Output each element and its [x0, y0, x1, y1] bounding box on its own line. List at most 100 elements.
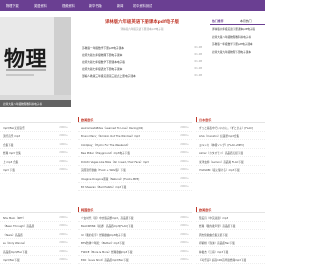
featured-book-cover[interactable]: 物理 — [0, 17, 71, 107]
list-item-title[interactable]: BLACKPINK（叙述）高品质mp3[FLAC]下载 — [81, 224, 133, 228]
list-item[interactable]: 赞美诗（中英双语）mp3 — [196, 213, 265, 222]
nav-item-video[interactable]: 视频资料 — [62, 3, 75, 8]
list-item[interactable]: 北师大版九年级物理下册电子课本 01-08 — [78, 51, 206, 58]
rank-item[interactable]: 苏教版一年级数学下册pdf电子课本 — [210, 40, 265, 48]
list-item[interactable]: 邓紫棋（泡沫）高品质flac下载 — [196, 239, 265, 247]
list-item-title[interactable]: ss（Only Wanna） — [3, 241, 27, 245]
tab-monthly-hot[interactable]: 本月热门 — [240, 19, 252, 23]
list-item[interactable]: ずっと真夜中でいいのに。（ずとまよ）[FLAC] — [196, 123, 265, 132]
list-item-title[interactable]: （Been Through）高品质 — [3, 224, 34, 228]
list-item-title[interactable]: TWICE（More & More）经典歌曲mp3下载 — [81, 250, 132, 254]
list-item[interactable]: mp3 下载 2000+ — [0, 166, 71, 174]
list-item-title[interactable]: EXO（Love Shot）高品质mp3/flac下载 — [81, 258, 129, 262]
list-item-title[interactable]: 北师大版九年级物理下册电子课本 — [82, 53, 122, 57]
list-item[interactable]: （Been Through）高品质 2000+ — [0, 222, 71, 230]
list-item-title[interactable]: Bea Miller（Playground）mp3电子下载 — [81, 151, 130, 155]
list-item[interactable]: 林俊杰（江南）mp3下载 — [196, 247, 265, 256]
nav-item-junior-test[interactable]: 初中资料测试 — [133, 3, 152, 8]
list-item-title[interactable]: 北师大版七年级数学下册课本电子版 — [82, 60, 125, 64]
list-item[interactable]: Dimitri Vegas Like Mike（All I need / Hai… — [78, 157, 192, 166]
list-item-title[interactable]: Dimitri Vegas Like Mike（All I need / Hai… — [81, 160, 149, 164]
list-item-title[interactable]: 经典（我的歌声里）高品质下载 — [199, 224, 235, 228]
headline-title[interactable]: 译林版六年级英语下册课本pdf电子版 — [78, 17, 206, 25]
list-item-title[interactable]: 苏教版一年级数学下册pdf电子课本 — [82, 46, 124, 50]
list-item[interactable]: Imagine Dragons原版（Natural）[FLAC+MP3] 2000… — [78, 174, 192, 183]
list-item[interactable]: Bruno Mars：《Smokin Out The Window》mp3 200… — [78, 132, 192, 140]
list-item[interactable]: Bea Miller（Playground）mp3电子下载 2000+ — [78, 149, 192, 157]
rank-item-title[interactable]: 北师大版八年级物理教科书电子书 — [212, 35, 251, 39]
list-item-title[interactable]: 赞美诗（中英双语）mp3 — [199, 216, 228, 220]
list-item-title[interactable]: welcomestoBites（Learned To Love）Racing(0… — [81, 126, 143, 130]
list-item-title[interactable]: 部编人教版三年级英语第三起点上册电子课本 — [82, 74, 136, 78]
list-item-title[interactable]: 经典 mp3 合集 — [3, 151, 21, 155]
list-item[interactable]: TWICE（More & More）经典歌曲mp3下载 2000+ — [78, 247, 192, 256]
list-item-title[interactable]: ずっと真夜中でいいのに。（ずとまよ）[FLAC] — [199, 126, 253, 130]
rank-item-title[interactable]: 苏教版一年级数学下册pdf电子课本 — [212, 42, 253, 46]
list-item-title[interactable]: 【可乐音】超高100首华语经典mp3下载 — [199, 258, 246, 262]
list-item-title[interactable]: 林俊杰（江南）mp3下载 — [199, 250, 228, 254]
list-item[interactable]: Nhu Mein（KPT） 2000+ — [0, 213, 71, 222]
list-item[interactable]: 经典 mp3 合集 2000+ — [0, 149, 71, 157]
list-item-title[interactable]: （Tears）高品质 — [3, 233, 23, 237]
list-item[interactable]: 【可乐音】超高100首华语经典mp3下载 — [196, 256, 265, 264]
list-item[interactable]: 周杰伦歌曲合集无损下载 — [196, 230, 265, 239]
rank-item-title[interactable]: 北师大版九年级物理下册电子课本 — [212, 50, 251, 54]
section-title[interactable]: 欧美音乐 — [81, 117, 93, 122]
section-title[interactable]: 日本音乐 — [199, 117, 211, 122]
list-item-title[interactable]: 英国流行歌曲（FLAC + WAV版）下载 — [81, 168, 126, 172]
list-item-title[interactable]: IU（我的名字）经典歌曲mp3电子下载 — [81, 233, 126, 237]
list-item-title[interactable]: mp3/flac下载 — [3, 258, 20, 262]
list-item[interactable]: 经典（我的歌声里）高品质下载 — [196, 222, 265, 230]
list-item[interactable]: EXO（Love Shot）高品质mp3/flac下载 2000+ — [78, 256, 192, 264]
list-item[interactable]: ヨルシカ（神様ソング）[FLAC+MP3] — [196, 140, 265, 149]
list-item[interactable]: BTS防弹少年团：《Butter》mp3下载 2000+ — [78, 239, 192, 247]
list-item-title[interactable]: BTS防弹少年团：《Butter》mp3下载 — [81, 241, 125, 245]
list-item-title[interactable]: 少女时代（别）中文版完整mp3，高品质下载 — [81, 216, 134, 220]
list-item[interactable]: YOASOBI（夜に駆ける）mp3下载 — [196, 166, 265, 174]
list-item-title[interactable]: Aimer（カタオモイ）高品质无损下载 — [199, 151, 243, 155]
nav-item-bookstore[interactable]: 新华书隐 — [89, 3, 102, 8]
list-item-title[interactable]: 米津玄師（Lemon）高品質 FLAC下载 — [199, 160, 244, 164]
list-item[interactable]: 合集下载 1000+ — [0, 140, 71, 149]
book-caption[interactable]: 北师大版八年级物理教科书电子书 — [0, 100, 71, 107]
list-item-title[interactable]: 合集下载 — [3, 143, 13, 147]
list-item-title[interactable]: 邓紫棋（泡沫）高品质flac下载 — [199, 241, 235, 245]
list-item[interactable]: （Tears）高品质 2000+ — [0, 230, 71, 239]
list-item[interactable]: 高品质mp3/flac下载 2000+ — [0, 247, 71, 256]
list-item[interactable]: ss（Only Wanna） 2000+ — [0, 239, 71, 247]
list-item[interactable]: 苏教版一年级数学下册pdf电子课本 01-08 — [78, 44, 206, 51]
section-title[interactable]: 欧美音乐 — [199, 207, 211, 212]
list-item[interactable]: 上 mp3 合集 2000+ — [0, 157, 71, 166]
list-item-title[interactable]: 流行音乐 mp3 — [3, 134, 20, 138]
list-item[interactable]: Ed Sheeran（Bad Habits）mp3下载 2000+ — [78, 183, 192, 191]
list-item[interactable]: Coldplay：《Hymn For The Weekend》 2000+ — [78, 140, 192, 149]
list-item-title[interactable]: Ed Sheeran（Bad Habits）mp3下载 — [81, 185, 126, 189]
list-item[interactable]: LiSA（Cunshin）紅蓮華mp3合集 — [196, 132, 265, 140]
list-item[interactable]: IU（我的名字）经典歌曲mp3电子下载 2000+ — [78, 230, 192, 239]
list-item-title[interactable]: YOASOBI（夜に駆ける）mp3下载 — [199, 168, 240, 172]
list-item-title[interactable]: 北师大版七年级语文下册电子课本 — [82, 67, 122, 71]
list-item-title[interactable]: mp3 下载 — [3, 168, 15, 172]
list-item[interactable]: welcomestoBites（Learned To Love）Racing(0… — [78, 123, 192, 132]
list-item-title[interactable]: Nhu Mein（KPT） — [3, 216, 25, 220]
nav-item-physics[interactable]: 物理下载 — [6, 3, 19, 8]
list-item[interactable]: 英国流行歌曲（FLAC + WAV版）下载 2000+ — [78, 166, 192, 174]
list-item[interactable]: mp3/flac无损音乐 2000+ — [0, 123, 71, 132]
list-item-title[interactable]: 上 mp3 合集 — [3, 160, 18, 164]
list-item-title[interactable]: Coldplay：《Hymn For The Weekend》 — [81, 143, 130, 147]
nav-item-news[interactable]: 新闻 — [117, 3, 123, 8]
rank-item-title[interactable]: 译林版六年级英语下册课本pdf电子版 — [212, 27, 255, 31]
list-item[interactable]: mp3/flac下载 2000+ — [0, 256, 71, 264]
list-item-title[interactable]: Imagine Dragons原版（Natural）[FLAC+MP3] — [81, 177, 139, 181]
list-item[interactable]: 北师大版七年级数学下册课本电子版 01-08 — [78, 58, 206, 65]
nav-item-english[interactable]: 英语资料 — [34, 3, 47, 8]
tab-hot-recommend[interactable]: 热门推荐 — [212, 19, 224, 23]
list-item-title[interactable]: 高品质mp3/flac下载 — [3, 250, 27, 254]
list-item[interactable]: BLACKPINK（叙述）高品质mp3[FLAC]下载 2000+ — [78, 222, 192, 230]
rank-item[interactable]: 北师大版九年级物理下册电子课本 — [210, 48, 265, 56]
list-item-title[interactable]: 周杰伦歌曲合集无损下载 — [199, 233, 228, 237]
list-item-title[interactable]: LiSA（Cunshin）紅蓮華mp3合集 — [199, 134, 239, 138]
list-item[interactable]: Aimer（カタオモイ）高品质无损下载 — [196, 149, 265, 157]
section-title[interactable]: 韩国音乐 — [81, 207, 93, 212]
list-item-title[interactable]: mp3/flac无损音乐 — [3, 126, 25, 130]
